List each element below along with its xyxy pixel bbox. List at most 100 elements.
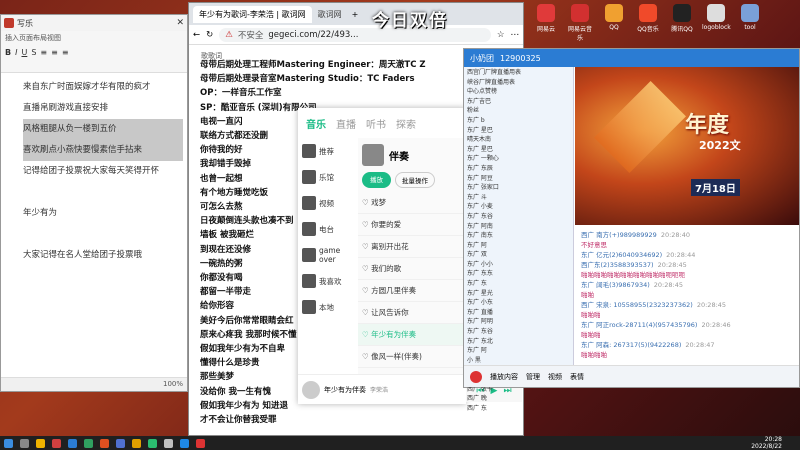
batch-button[interactable]: 批量操作 xyxy=(395,172,435,188)
song-row[interactable]: ♡ 戏梦 xyxy=(358,192,466,214)
viewer-row[interactable]: 峡谷厂牌直播用表 xyxy=(464,77,573,87)
heart-icon[interactable]: ♡ xyxy=(362,330,371,339)
viewer-row[interactable]: 东广 星光 xyxy=(464,288,573,298)
app-icon[interactable] xyxy=(116,438,125,448)
viewer-list[interactable]: 西宫门厂牌直播用表 峡谷厂牌直播用表 中心点赞榜 东广吉巴 粉丝 东广 b 东广 星巴 … xyxy=(464,67,574,412)
explorer-icon[interactable] xyxy=(36,438,45,448)
viewer-row[interactable]: 东广 东辰 xyxy=(464,163,573,173)
sidebar-item[interactable]: 推荐 xyxy=(302,138,354,164)
song-row[interactable]: ♡ 让风告诉你 xyxy=(358,302,466,324)
desktop-icon[interactable]: 网易云 xyxy=(532,4,560,42)
viewer-row[interactable]: 东广 一颗心 xyxy=(464,153,573,163)
viewer-row[interactable]: 东广 直播 xyxy=(464,307,573,317)
tool-content[interactable]: 播放内容 xyxy=(490,372,518,382)
viewer-row[interactable]: 西宫门厂牌直播用表 xyxy=(464,67,573,77)
viewer-row[interactable]: 东广 阿明 xyxy=(464,316,573,326)
song-row[interactable]: ♡ 年少有为伴奏 xyxy=(358,324,466,346)
song-row[interactable]: ♡ 像风一样(伴奏) xyxy=(358,346,466,368)
heart-icon[interactable]: ♡ xyxy=(362,242,371,251)
song-row[interactable]: ♡ 你要的爱 xyxy=(358,214,466,236)
heart-icon[interactable]: ♡ xyxy=(362,352,371,361)
sidebar-item[interactable]: 电台 xyxy=(302,216,354,242)
viewer-row[interactable]: 东广 双 xyxy=(464,249,573,259)
tool-emoji[interactable]: 表情 xyxy=(570,372,584,382)
underline-icon[interactable]: U xyxy=(21,48,27,57)
viewer-row[interactable]: 东广 星巴 xyxy=(464,144,573,154)
viewer-row[interactable]: 西广 晚 xyxy=(464,393,573,403)
close-icon[interactable]: ✕ xyxy=(176,18,184,28)
viewer-row[interactable]: 晴天木南 xyxy=(464,134,573,144)
tab-second[interactable]: 歌词网 xyxy=(312,6,348,23)
tab-lyrics[interactable]: 年少有为歌词-李荣浩 | 歌词网 xyxy=(193,5,312,23)
tab-explore[interactable]: 探索 xyxy=(396,116,416,131)
sidebar-item[interactable]: 我喜欢 xyxy=(302,268,354,294)
document-body[interactable]: 来自东广时面娱嫁才华有限的疯才 直播帛刷游戏直接安排 风格粗腿从负一楼到五价 喜… xyxy=(23,77,183,375)
viewer-row[interactable]: 西广 东 xyxy=(464,403,573,413)
app-icon[interactable] xyxy=(164,438,173,448)
song-row[interactable]: ♡ 方圆几里伴奏 xyxy=(358,280,466,302)
bold-icon[interactable]: B xyxy=(5,48,11,57)
back-icon[interactable]: ← xyxy=(193,30,200,40)
viewer-row[interactable]: 东广 小小 xyxy=(464,259,573,269)
viewer-row[interactable]: 东广 斗 xyxy=(464,192,573,202)
menu-icon[interactable]: ⋯ xyxy=(511,30,520,40)
app-icon[interactable] xyxy=(196,438,205,448)
tab-audiobook[interactable]: 听书 xyxy=(366,116,386,131)
viewer-row[interactable]: 东广 阿 xyxy=(464,240,573,250)
clock[interactable]: 20:28 2022/8/22 xyxy=(751,436,782,450)
desktop-icon[interactable]: tool xyxy=(736,4,764,42)
desktop-icon[interactable]: QQ xyxy=(600,4,628,42)
strike-icon[interactable]: S xyxy=(31,48,36,57)
tool-video[interactable]: 视频 xyxy=(548,372,562,382)
tool-manage[interactable]: 管理 xyxy=(526,372,540,382)
heart-icon[interactable]: ♡ xyxy=(362,220,371,229)
italic-icon[interactable]: I xyxy=(15,48,17,57)
viewer-row[interactable]: 东广吉巴 xyxy=(464,96,573,106)
song-row[interactable]: ♡ 我们的歌 xyxy=(358,258,466,280)
desktop-icon[interactable]: QQ音乐 xyxy=(634,4,662,42)
desktop-icon[interactable]: logoblock xyxy=(702,4,731,42)
sidebar-item[interactable]: 乐馆 xyxy=(302,164,354,190)
reload-icon[interactable]: ↻ xyxy=(206,30,213,40)
viewer-row[interactable]: 东广 b xyxy=(464,115,573,125)
viewer-row[interactable]: 东广 东谷 xyxy=(464,326,573,336)
viewer-row[interactable]: 东广 阿 xyxy=(464,345,573,355)
heart-icon[interactable]: ♡ xyxy=(362,308,371,317)
app-icon[interactable] xyxy=(84,438,93,448)
app-icon[interactable] xyxy=(68,438,77,448)
viewer-row[interactable]: 东广 东谷 xyxy=(464,211,573,221)
viewer-row[interactable]: 东广 张家口 xyxy=(464,182,573,192)
address-field[interactable]: ⚠ 不安全 gegeci.com/22/493... xyxy=(219,27,491,42)
tab-music[interactable]: 音乐 xyxy=(306,116,326,131)
viewer-row[interactable]: 粉丝 xyxy=(464,105,573,115)
align-center-icon[interactable]: ≡ xyxy=(51,48,58,57)
ribbon-tabs[interactable]: 插入页面布局视图 xyxy=(1,31,187,45)
heart-icon[interactable]: ♡ xyxy=(362,286,371,295)
viewer-row[interactable]: 东广 小东 xyxy=(464,297,573,307)
sidebar-item[interactable]: game over xyxy=(302,242,354,268)
viewer-row[interactable]: 东广 星巴 xyxy=(464,125,573,135)
search-icon[interactable] xyxy=(20,438,29,448)
song-row[interactable]: ♡ 离别开出花 xyxy=(358,236,466,258)
tab-live[interactable]: 直播 xyxy=(336,116,356,131)
viewer-row[interactable]: 小 黑 xyxy=(464,355,573,365)
desktop-icon[interactable]: 网易云音乐 xyxy=(566,4,594,42)
viewer-row[interactable]: 东广 东北 xyxy=(464,336,573,346)
star-icon[interactable]: ☆ xyxy=(497,30,505,40)
viewer-row[interactable]: 东广 东东 xyxy=(464,268,573,278)
viewer-row[interactable]: 东广 东 xyxy=(464,278,573,288)
viewer-row[interactable]: 东广 阿豆 xyxy=(464,173,573,183)
heart-icon[interactable]: ♡ xyxy=(362,198,371,207)
start-icon[interactable] xyxy=(4,438,13,448)
heart-icon[interactable]: ♡ xyxy=(362,264,371,273)
app-icon[interactable] xyxy=(52,438,61,448)
record-icon[interactable] xyxy=(470,370,482,383)
desktop-icon[interactable]: 腾讯QQ xyxy=(668,4,696,42)
app-icon[interactable] xyxy=(132,438,141,448)
viewer-row[interactable]: 东广 小麦 xyxy=(464,201,573,211)
app-icon[interactable] xyxy=(180,438,189,448)
align-right-icon[interactable]: ≡ xyxy=(62,48,69,57)
new-tab-icon[interactable]: + xyxy=(352,10,359,19)
viewer-row[interactable]: 东广 阿南 xyxy=(464,221,573,231)
app-icon[interactable] xyxy=(148,438,157,448)
